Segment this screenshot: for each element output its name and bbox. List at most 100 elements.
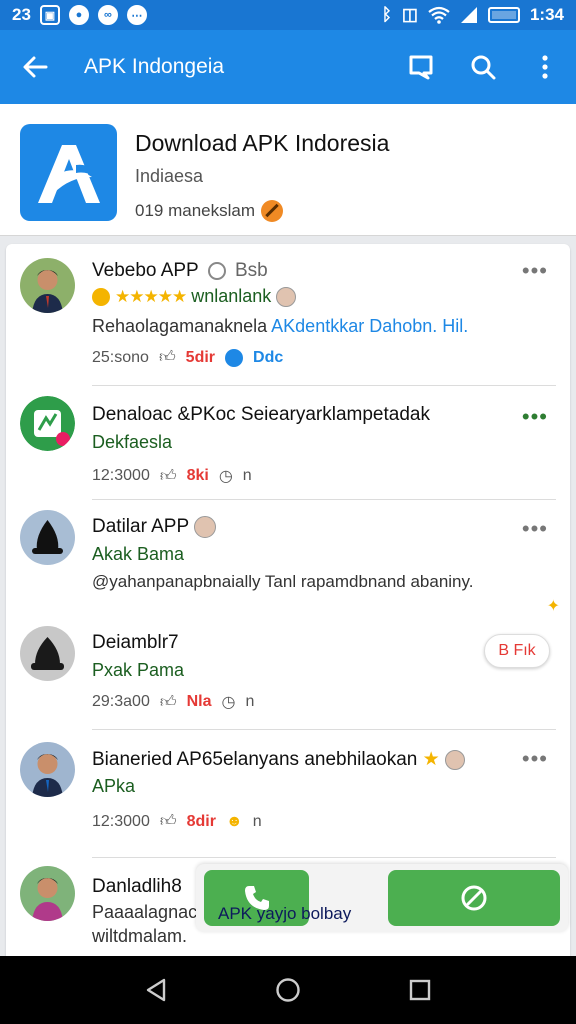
post-body-text-2: wiltdmalam. xyxy=(92,926,188,946)
status-time-right: 1:34 xyxy=(529,5,564,24)
avatar xyxy=(20,258,75,313)
more-options-button[interactable]: ••• xyxy=(522,746,548,772)
list-item[interactable]: Denaloac &PKoc Seiearyarklampetadak ••• … xyxy=(6,386,570,500)
system-navigation-bar xyxy=(0,956,576,1024)
post-author-name[interactable]: Deiamblr7 xyxy=(92,632,179,654)
emoji-icon: ☻ xyxy=(225,812,243,830)
post-author[interactable]: Vebebo APP Bsb xyxy=(92,260,268,282)
app-bar: APK Indongeia xyxy=(0,30,576,104)
bottom-action-bar: APK yayjo bolbay xyxy=(196,864,568,932)
post-author-name[interactable]: Danladlih8 xyxy=(92,876,182,898)
status-bar: 23 ▣ ● ∞ ⋯ ᛒ ◫ 1:34 xyxy=(0,0,576,30)
post-time: 25:sono xyxy=(92,348,149,366)
app-bar-title: APK Indongeia xyxy=(84,55,225,78)
post-author-name: Bianeried AP65elanyans anebhilaokan xyxy=(92,749,418,770)
search-button[interactable] xyxy=(452,30,514,104)
app-meta-text: 019 manekslam xyxy=(135,201,256,220)
like-count: 8ki xyxy=(186,467,209,484)
post-subtitle: APka xyxy=(92,776,136,796)
post-body-text: @yahanpanapbnaially Tanl rapamdbnand aba… xyxy=(92,572,474,591)
post-subtitle: Pxak Pama xyxy=(92,660,185,680)
small-avatar-icon xyxy=(276,287,297,308)
more-vert-icon xyxy=(542,55,548,79)
square-recents-icon xyxy=(409,979,431,1001)
nav-home-button[interactable] xyxy=(263,965,313,1015)
bluetooth-icon: ᛒ xyxy=(381,5,392,24)
small-avatar-icon xyxy=(194,516,217,538)
chat-button[interactable] xyxy=(390,30,452,104)
gallery-notification-icon: ▣ xyxy=(39,5,60,25)
list-item[interactable]: Bianeried AP65elanyans anebhilaokan ★ ••… xyxy=(6,730,570,858)
app-meta: 019 manekslam xyxy=(135,200,284,222)
like-icon[interactable]: 👍︎ xyxy=(160,467,177,486)
post-body-text: Rehaolagamanaknela xyxy=(92,316,268,336)
app-name: Download APK Indoresia xyxy=(135,130,390,156)
post-body-text: Paaaalagnac xyxy=(92,902,198,922)
post-time: 12:3000 xyxy=(92,812,150,830)
like-count: Nla xyxy=(186,693,212,710)
post-actions: 29:3a00 👍︎ Nla ◷ n xyxy=(92,692,254,712)
nav-recents-button[interactable] xyxy=(395,965,445,1015)
post-actions: 12:3000 👍︎ 8dir ☻ n xyxy=(92,812,262,831)
post-author-name[interactable]: Denaloac &PKoc Seiearyarklampetadak xyxy=(92,404,430,426)
search-icon xyxy=(471,55,496,80)
status-time-left: 23 xyxy=(12,5,31,24)
post-body: Rehaolagamanaknela AKdentkkar Dahobn. Hi… xyxy=(92,316,468,337)
overflow-menu-button[interactable] xyxy=(514,30,576,104)
award-icon xyxy=(92,288,110,307)
app-subtitle: Indiaesa xyxy=(135,166,204,186)
link-notification-icon: ∞ xyxy=(97,5,118,25)
post-extra: n xyxy=(245,693,255,710)
timer-icon: ◷ xyxy=(221,694,236,711)
post-actions: 25:sono 👍︎ 5dir Ddc xyxy=(92,348,283,367)
list-item[interactable]: Datilar APP ••• Akak Bama @yahanpanapbna… xyxy=(6,500,570,618)
post-time: 29:3a00 xyxy=(92,693,150,710)
post-author-name: Datilar APP xyxy=(92,516,189,538)
sparkle-icon: ✦ xyxy=(546,598,560,615)
post-subtitle: Dekfaesla xyxy=(92,432,173,452)
avatar xyxy=(20,866,75,921)
like-count: 5dir xyxy=(185,348,216,366)
post-author[interactable]: Datilar APP xyxy=(92,516,217,538)
leaf-chat-icon xyxy=(461,885,487,911)
post-rating-row: ★★★★★ wnlanlank xyxy=(92,286,297,308)
avatar xyxy=(20,742,75,797)
circle-home-icon xyxy=(276,978,300,1002)
post-body-link[interactable]: AKdentkkar Dahobn. Hil. xyxy=(271,316,468,336)
avatar xyxy=(20,510,75,565)
small-avatar-icon xyxy=(444,749,465,770)
like-icon[interactable]: 👍︎ xyxy=(159,348,176,367)
post-author[interactable]: Bianeried AP65elanyans anebhilaokan ★ xyxy=(92,748,465,771)
call-button-label: APK yayjo bolbay xyxy=(218,904,352,923)
chat-notification-icon: ⋯ xyxy=(126,5,147,25)
post-extra: n xyxy=(252,812,262,830)
post-subtitle: Akak Bama xyxy=(92,544,185,564)
follow-button[interactable]: B Fık xyxy=(484,634,550,668)
list-item[interactable]: Deiamblr7 B Fık Pxak Pama 29:3a00 👍︎ Nla… xyxy=(6,618,570,730)
arrow-left-icon xyxy=(23,56,48,78)
post-extra: n xyxy=(242,467,252,484)
back-button[interactable] xyxy=(0,30,70,104)
clock-icon xyxy=(225,348,244,367)
app-logo xyxy=(20,124,117,221)
nav-back-button[interactable] xyxy=(131,965,181,1015)
list-item[interactable]: Vebebo APP Bsb ••• ★★★★★ wnlanlank Rehao… xyxy=(6,244,570,386)
wifi-icon xyxy=(428,6,450,24)
messenger-notification-icon: ● xyxy=(68,5,89,25)
more-options-button[interactable]: ••• xyxy=(522,258,548,284)
post-rating-label: wnlanlank xyxy=(191,286,272,306)
app-header: Download APK Indoresia Indiaesa 019 mane… xyxy=(0,104,576,236)
share-button[interactable] xyxy=(388,870,560,926)
signal-icon xyxy=(460,7,477,23)
more-options-button[interactable]: ••• xyxy=(522,516,548,542)
like-icon[interactable]: 👍︎ xyxy=(160,693,177,712)
battery-icon xyxy=(487,7,520,23)
vibrate-icon: ◫ xyxy=(401,5,418,24)
rating-stars-icon: ★★★★★ xyxy=(115,287,187,306)
like-icon[interactable]: 👍︎ xyxy=(160,812,177,831)
more-options-button[interactable]: ••• xyxy=(522,404,548,430)
avatar xyxy=(20,626,75,681)
post-author-suffix: Bsb xyxy=(234,260,268,281)
apk-logo-icon xyxy=(37,144,100,203)
post-time: 12:3000 xyxy=(92,467,150,484)
